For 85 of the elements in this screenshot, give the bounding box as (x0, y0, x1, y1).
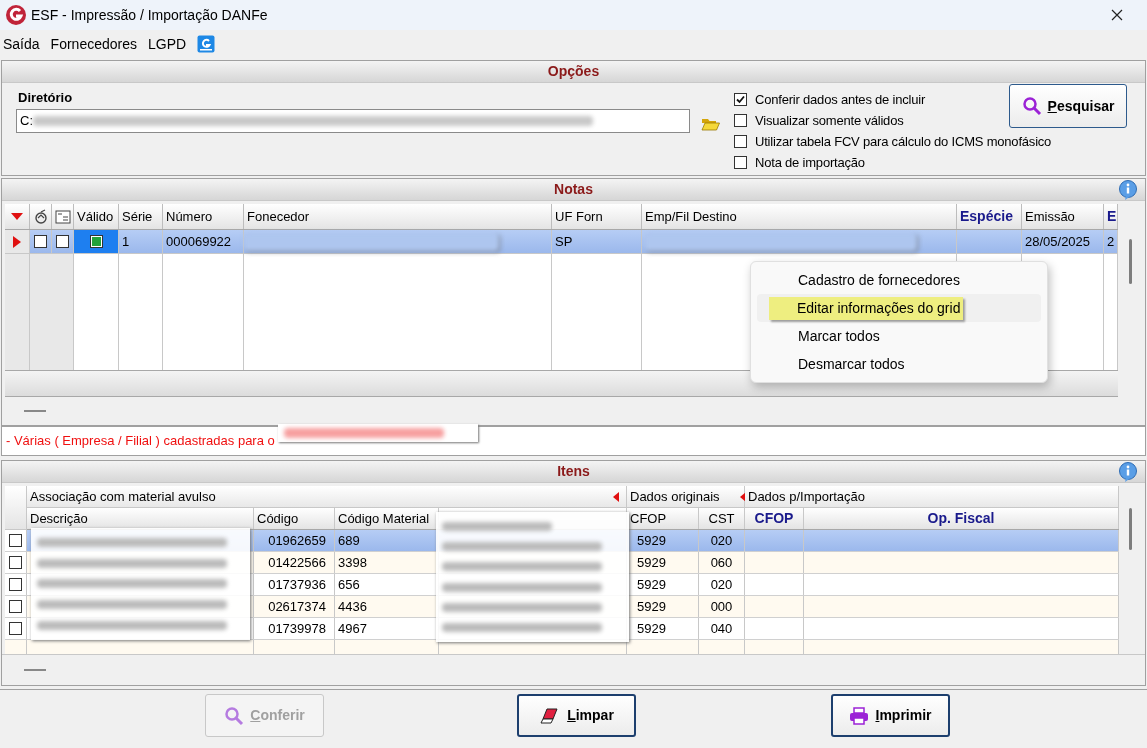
table-cell: 020 (699, 574, 745, 595)
column-header[interactable]: Espécie (957, 204, 1022, 229)
checkbox-label: Utilizar tabela FCV para cálculo do ICMS monofásico (755, 132, 1052, 151)
column-header[interactable]: Descrição (27, 508, 254, 529)
table-cell: 01739978 (254, 618, 335, 639)
checkbox[interactable] (34, 235, 47, 248)
form-icon (54, 209, 71, 224)
collapse-handle[interactable] (24, 669, 46, 671)
column-header[interactable]: Código Material (335, 508, 439, 529)
column-header[interactable]: Fonecedor (244, 204, 552, 229)
table-cell: 01422566 (254, 552, 335, 573)
search-icon (224, 705, 245, 726)
column-header[interactable]: Número (163, 204, 244, 229)
window-title: ESF - Impressão / Importação DANFe (31, 5, 268, 25)
column-header[interactable]: Série (119, 204, 163, 229)
action-button[interactable]: Limpar (517, 694, 636, 737)
field-label: Diretório (17, 89, 74, 108)
table-cell: 01737936 (254, 574, 335, 595)
column-header[interactable]: UF Forn (552, 204, 642, 229)
row-pointer-icon (13, 235, 21, 248)
checkbox-label: Visualizar somente válidos (755, 111, 904, 130)
row-header-cell[interactable] (5, 230, 30, 253)
column-header[interactable] (5, 204, 30, 229)
column-group-header[interactable]: Associação com material avulso (27, 486, 627, 508)
checkbox[interactable] (734, 93, 747, 106)
table-cell: 060 (699, 552, 745, 573)
checkbox[interactable] (734, 156, 747, 169)
column-header[interactable]: CFOP (627, 508, 699, 529)
column-header[interactable]: Emissão (1022, 204, 1104, 229)
column-header[interactable]: Código (254, 508, 335, 529)
help-book-icon[interactable] (197, 35, 216, 53)
column-header[interactable]: Válido (74, 204, 119, 229)
search-icon (1021, 96, 1042, 116)
menu-item[interactable]: LGPD (148, 33, 187, 55)
coil-icon (32, 208, 49, 225)
checkbox[interactable] (9, 600, 22, 613)
table-cell: 020 (699, 530, 745, 551)
table-cell: 28/05/2025 (1022, 230, 1104, 253)
search-button[interactable]: Pesquisar (1009, 84, 1127, 128)
action-button[interactable]: Imprimir (831, 694, 950, 737)
close-icon[interactable] (1111, 9, 1123, 21)
checkbox[interactable] (9, 622, 22, 635)
menu-item[interactable]: Desmarcar todos (757, 350, 1041, 378)
column-header[interactable]: Op. Fiscal (804, 508, 1119, 529)
info-icon[interactable] (1117, 179, 1139, 201)
scrollbar-thumb[interactable] (1129, 508, 1132, 550)
scrollbar-thumb[interactable] (1128, 239, 1132, 284)
column-group-header[interactable]: Dados p/Importação (745, 486, 1119, 508)
checkbox[interactable] (9, 578, 22, 591)
table-row[interactable]: 1 000069922 SP 28/05/2025 2 (5, 230, 1118, 254)
focused-cell[interactable] (74, 230, 119, 253)
column-header[interactable] (30, 204, 52, 229)
table-cell: 01962659 (254, 530, 335, 551)
warning-message: - Várias ( Empresa / Filial ) cadastradas para o (6, 432, 275, 451)
collapse-handle[interactable] (24, 410, 46, 412)
table-cell: 02617374 (254, 596, 335, 617)
column-header[interactable]: Emp/Fil Destino (642, 204, 957, 229)
panel-title: Itens (557, 462, 590, 481)
table-cell: 040 (699, 618, 745, 639)
table-cell: 1 (119, 230, 163, 253)
panel-title: Opções (547, 62, 600, 81)
column-header[interactable]: CST (699, 508, 745, 529)
column-header[interactable]: E (1104, 204, 1118, 229)
menu-item[interactable]: Marcar todos (757, 322, 1041, 350)
column-group-header[interactable]: Dados originais (627, 486, 745, 508)
menu-item[interactable]: Fornecedores (50, 33, 137, 55)
column-header[interactable]: CFOP (745, 508, 804, 529)
checkbox[interactable] (9, 556, 22, 569)
table-cell: 000 (699, 596, 745, 617)
menu-item[interactable]: Saída (3, 33, 40, 55)
checkbox-label: Conferir dados antes de incluir (755, 90, 926, 109)
menu-item[interactable]: Editar informações do grid (757, 294, 1041, 322)
checkbox[interactable] (734, 114, 747, 127)
checkbox[interactable] (9, 534, 22, 547)
sort-arrow-icon (11, 212, 23, 221)
printer-icon (849, 705, 870, 726)
info-icon[interactable] (1117, 461, 1139, 483)
app-logo-icon (5, 4, 27, 26)
checkbox-label: Nota de importação (755, 153, 865, 172)
panel-title: Notas (554, 180, 593, 199)
checkbox[interactable] (56, 235, 69, 248)
menu-item[interactable]: Cadastro de fornecedores (757, 266, 1041, 294)
checkbox[interactable] (734, 135, 747, 148)
table-cell: SP (552, 230, 642, 253)
directory-field[interactable]: C: (16, 109, 690, 133)
